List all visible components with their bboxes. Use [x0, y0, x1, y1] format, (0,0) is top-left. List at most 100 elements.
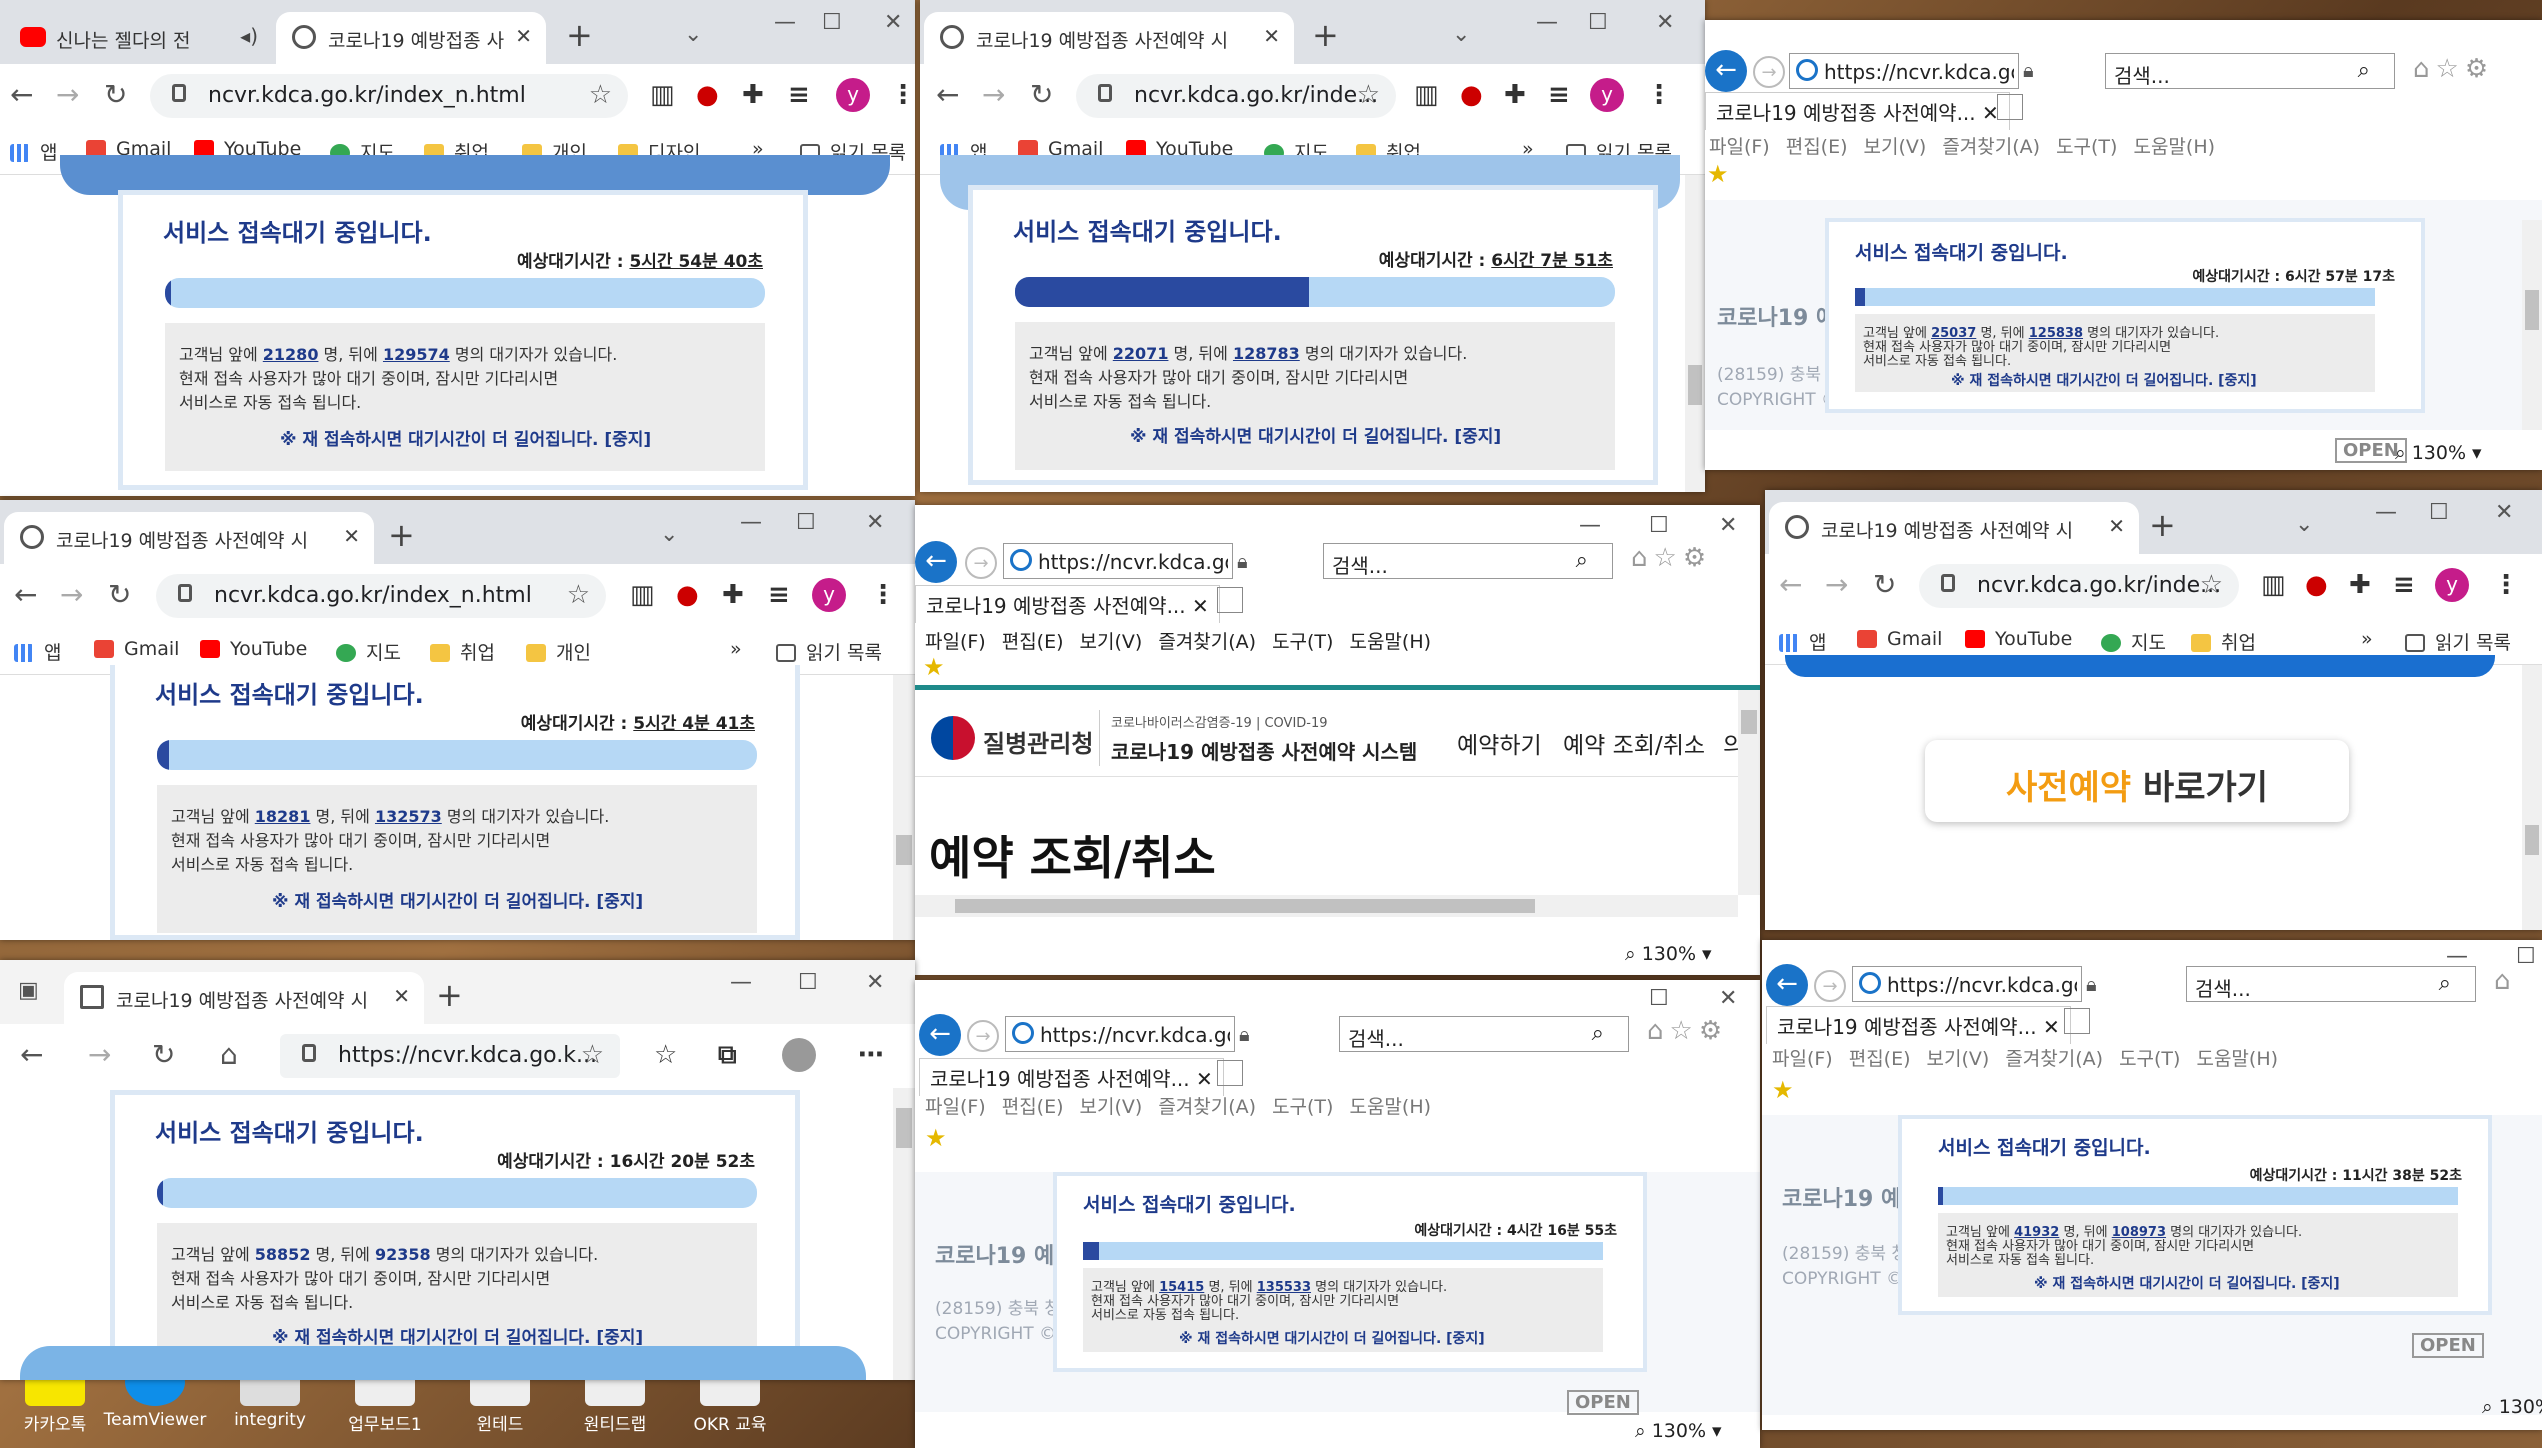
menu-icon[interactable]: ⋮	[890, 80, 915, 110]
search-input[interactable]: 검색... ⌕	[1339, 1016, 1629, 1052]
tab-covid[interactable]: 코로나19 예방접종 사전예약... ✕	[1766, 1006, 2071, 1044]
menu-icon[interactable]: ⋯	[858, 1040, 884, 1070]
scrollbar[interactable]	[2522, 220, 2542, 430]
close-tab-icon[interactable]: ✕	[515, 24, 532, 48]
new-tab-icon[interactable]	[1997, 94, 2023, 120]
menu-file[interactable]: 파일(F)	[925, 1096, 986, 1118]
collections-icon[interactable]: ⧉	[718, 1040, 737, 1071]
close-tab-icon[interactable]: ✕	[343, 524, 360, 548]
menu-tools[interactable]: 도구(T)	[1272, 631, 1333, 653]
reload-icon[interactable]: ↻	[1030, 78, 1053, 111]
add-favorite-icon[interactable]: ☆	[581, 1040, 604, 1070]
menu-file[interactable]: 파일(F)	[1772, 1048, 1833, 1070]
extension-icon[interactable]: ▥	[630, 580, 655, 610]
reading-list[interactable]: 읽기 목록	[776, 638, 882, 665]
back-icon[interactable]: ←	[10, 78, 33, 111]
minimize-icon[interactable]: —	[774, 10, 796, 35]
maximize-icon[interactable]: ☐	[796, 510, 816, 535]
reload-icon[interactable]: ↻	[108, 578, 131, 611]
new-tab-button[interactable]: +	[388, 516, 415, 554]
search-icon[interactable]: ⌕	[2358, 58, 2370, 83]
minimize-icon[interactable]: —	[730, 970, 752, 995]
avatar[interactable]: y	[836, 78, 870, 112]
back-icon[interactable]: ←	[919, 1014, 961, 1056]
menu-favorites[interactable]: 즐겨찾기(A)	[2005, 1048, 2103, 1070]
address-bar[interactable]: https://ncvr.kdca.go.kr/in	[1789, 53, 2019, 89]
menu-help[interactable]: 도움말(H)	[1349, 1096, 1431, 1118]
close-window-icon[interactable]: ✕	[1719, 986, 1737, 1011]
tab-actions-icon[interactable]: ▣	[18, 978, 39, 1003]
new-tab-button[interactable]: +	[2149, 506, 2176, 544]
back-icon[interactable]: ←	[936, 78, 959, 111]
menu-view[interactable]: 보기(V)	[1864, 136, 1927, 158]
extension-icon[interactable]: ▥	[650, 80, 675, 110]
close-tab-icon[interactable]: ✕	[2108, 514, 2125, 538]
tab-search-icon[interactable]: ⌄	[2295, 512, 2313, 537]
menu-file[interactable]: 파일(F)	[925, 631, 986, 653]
menu-favorites[interactable]: 즐겨찾기(A)	[1158, 631, 1256, 653]
puzzle-icon[interactable]: ✚	[2349, 570, 2371, 600]
extension-icon[interactable]: ●	[2305, 570, 2328, 600]
favorites-icon[interactable]: ☆	[654, 1040, 677, 1070]
bookmark-apps[interactable]: 앱	[1779, 628, 1826, 655]
bookmark-apps[interactable]: 앱	[10, 138, 57, 165]
bookmark-youtube[interactable]: YouTube	[200, 638, 307, 660]
bookmark-gmail[interactable]: Gmail	[1857, 628, 1942, 650]
address-bar[interactable]: https://ncvr.kdca.go.kr/in	[1852, 966, 2082, 1002]
reading-list-icon[interactable]: ≡	[2393, 570, 2415, 600]
tab-search-icon[interactable]: ⌄	[684, 22, 702, 47]
new-tab-icon[interactable]	[1217, 1060, 1243, 1086]
minimize-icon[interactable]: —	[2375, 500, 2397, 525]
back-icon[interactable]: ←	[1766, 964, 1808, 1006]
bookmark-job[interactable]: 취업	[2191, 628, 2256, 655]
speaker-icon[interactable]: ◂)	[240, 24, 258, 48]
reconnect-warning[interactable]: ※ 재 접속하시면 대기시간이 더 길어집니다. [중지]	[1951, 370, 2257, 390]
forward-icon[interactable]: →	[1753, 56, 1785, 88]
bookmark-maps[interactable]: 지도	[336, 638, 401, 665]
forward-icon[interactable]: →	[88, 1038, 111, 1071]
menu-view[interactable]: 보기(V)	[1080, 1096, 1143, 1118]
avatar[interactable]: y	[1590, 78, 1624, 112]
menu-tools[interactable]: 도구(T)	[2056, 136, 2117, 158]
close-window-icon[interactable]: ✕	[1656, 10, 1674, 35]
bookmark-apps[interactable]: 앱	[14, 638, 61, 665]
new-tab-button[interactable]: +	[566, 16, 593, 54]
back-icon[interactable]: ←	[1705, 50, 1747, 92]
favorites-star-icon[interactable]: ★	[1772, 1076, 1794, 1104]
profile-icon[interactable]	[782, 1038, 816, 1072]
reconnect-warning[interactable]: ※ 재 접속하시면 대기시간이 더 길어집니다. [중지]	[272, 1323, 643, 1348]
menu-file[interactable]: 파일(F)	[1709, 136, 1770, 158]
extension-icon[interactable]: ▥	[2261, 570, 2286, 600]
reconnect-warning[interactable]: ※ 재 접속하시면 대기시간이 더 길어집니다. [중지]	[280, 425, 651, 450]
bookmark-star-icon[interactable]: ☆	[589, 80, 612, 110]
ie-toolbar-icons[interactable]: ⌂	[2494, 966, 2517, 996]
reading-list-icon[interactable]: ≡	[768, 580, 790, 610]
bookmarks-overflow[interactable]: »	[2361, 628, 2373, 650]
menu-icon[interactable]: ⋮	[1646, 80, 1672, 110]
reading-list-icon[interactable]: ≡	[788, 80, 810, 110]
avatar[interactable]: y	[812, 578, 846, 612]
favorites-star-icon[interactable]: ★	[925, 1124, 947, 1152]
bookmark-gmail[interactable]: Gmail	[94, 638, 179, 660]
extension-icon[interactable]: ●	[1460, 80, 1483, 110]
menu-edit[interactable]: 편집(E)	[1002, 631, 1064, 653]
reload-icon[interactable]: ↻	[1873, 568, 1896, 601]
nav-lookup-cancel[interactable]: 예약 조회/취소	[1563, 726, 1705, 760]
tab-youtube[interactable]: 신나는 젤다의 전 ◂)	[4, 12, 272, 64]
bookmarks-overflow[interactable]: »	[730, 638, 742, 660]
search-icon[interactable]: ⌕	[2439, 971, 2451, 996]
maximize-icon[interactable]: ☐	[798, 970, 818, 995]
tab-covid[interactable]: 코로나19 예방접종 사전예약 시 ✕	[64, 972, 424, 1024]
menu-view[interactable]: 보기(V)	[1927, 1048, 1990, 1070]
menu-help[interactable]: 도움말(H)	[1349, 631, 1431, 653]
menu-view[interactable]: 보기(V)	[1080, 631, 1143, 653]
bookmark-star-icon[interactable]: ☆	[567, 580, 590, 610]
scrollbar[interactable]	[2522, 665, 2542, 930]
menu-icon[interactable]: ⋮	[2493, 570, 2519, 600]
minimize-icon[interactable]: —	[1579, 513, 1601, 538]
puzzle-icon[interactable]: ✚	[1504, 80, 1526, 110]
bookmark-star-icon[interactable]: ☆	[2200, 570, 2223, 600]
forward-icon[interactable]: →	[982, 78, 1005, 111]
close-window-icon[interactable]: ✕	[866, 510, 884, 535]
reconnect-warning[interactable]: ※ 재 접속하시면 대기시간이 더 길어집니다. [중지]	[1179, 1328, 1485, 1348]
